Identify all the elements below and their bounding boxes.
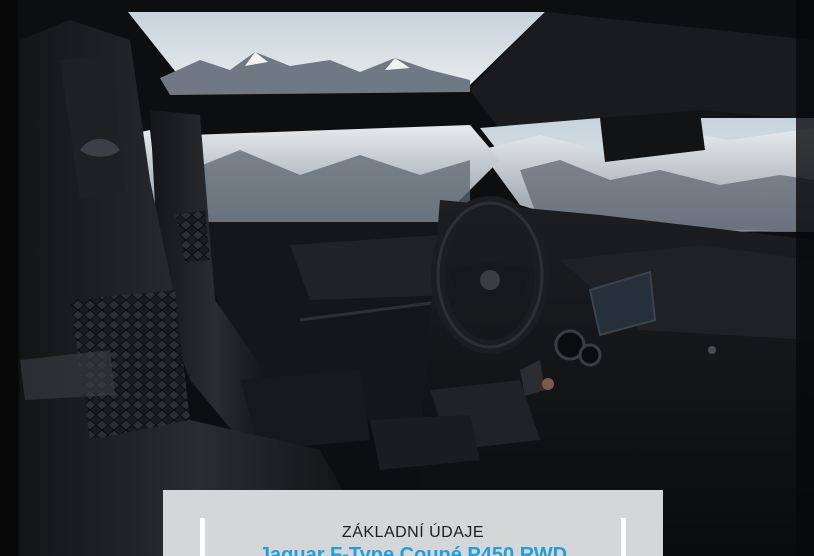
card-heading: ZÁKLADNÍ ÚDAJE bbox=[341, 524, 485, 541]
car-model-title: Jaguar F-Type Coupé P450 RWD bbox=[258, 544, 568, 556]
specs-card: ZÁKLADNÍ ÚDAJE Jaguar F-Type Coupé P450 … bbox=[163, 490, 663, 556]
article-page: ZÁKLADNÍ ÚDAJE Jaguar F-Type Coupé P450 … bbox=[0, 0, 814, 556]
car-interior-photo bbox=[0, 0, 814, 556]
